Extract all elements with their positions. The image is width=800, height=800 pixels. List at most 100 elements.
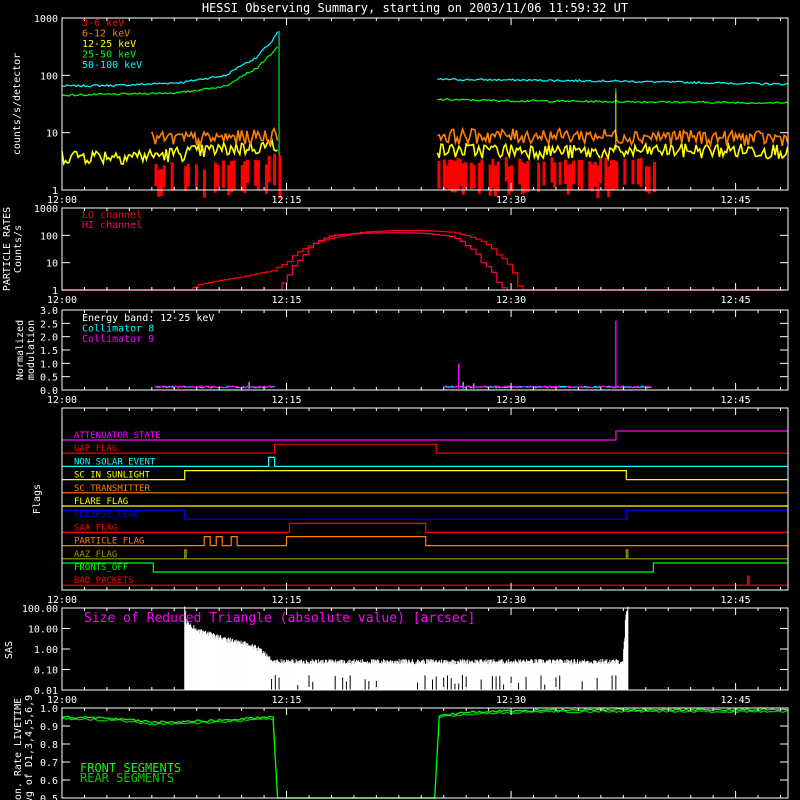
y-axis-label-livetime: Mon. Rate LIVETIMEavg of D1,3,4,5,6,9	[13, 695, 35, 800]
legend-entry-50-100-kev: 50-100 keV	[82, 60, 142, 71]
hessi-summary-plot: HESSI Observing Summary, starting on 200…	[0, 0, 800, 800]
x-tick-label-modulation: 12:15	[271, 395, 301, 406]
series-bar-3-6kev	[604, 157, 608, 190]
series-bar-3-6kev	[526, 160, 530, 193]
series-bar-3-6kev	[278, 155, 282, 199]
y-tick-label-livetime: 0.5	[40, 794, 58, 800]
legend-entry-25-50-kev: 25-50 keV	[82, 50, 136, 61]
series-bar-3-6kev	[550, 157, 554, 183]
series-bar-3-6kev	[194, 164, 198, 190]
y-tick-label-livetime: 1.0	[40, 704, 58, 715]
series-bar-3-6kev	[491, 158, 495, 189]
flag-label-gap-flag: GAP_FLAG	[74, 444, 117, 454]
series-bar-3-6kev	[464, 161, 468, 189]
legend-entry-rear-segments: REAR SEGMENTS	[80, 771, 174, 785]
x-tick-label-particle-rates: 12:30	[496, 295, 526, 306]
series-bar-3-6kev	[623, 158, 627, 185]
series-bar-3-6kev	[254, 159, 258, 187]
legend-entry-12-25-kev: 12-25 keV	[82, 39, 136, 50]
series-bar-3-6kev	[599, 157, 603, 184]
series-bar-3-6kev	[221, 160, 225, 188]
series-bar-3-6kev	[246, 159, 250, 184]
series-bar-3-6kev	[488, 164, 492, 196]
y-tick-label-modulation: 1.5	[40, 346, 58, 357]
x-tick-label-sas: 12:30	[496, 695, 526, 706]
series-bar-3-6kev	[186, 163, 190, 187]
series-bar-3-6kev	[504, 157, 508, 182]
y-axis-label-line: modulation	[26, 320, 37, 380]
series-bar-3-6kev	[542, 161, 546, 186]
series-bar-3-6kev	[267, 155, 271, 183]
series-bar-3-6kev	[162, 165, 166, 188]
y-tick-label-count-rates: 1000	[34, 14, 58, 25]
series-bar-3-6kev	[256, 160, 260, 191]
legend-entry-collimator-8: Collimator 8	[82, 324, 154, 335]
y-axis-label-count-rates: counts/s/detector	[12, 53, 23, 155]
y-tick-label-modulation: 2.5	[40, 319, 58, 330]
flag-label-non-solar-event: NON_SOLAR_EVENT	[74, 457, 156, 467]
x-tick-label-sas: 12:45	[721, 695, 751, 706]
flag-label-sc-in-sunlight: SC_IN_SUNLIGHT	[74, 471, 150, 481]
y-tick-label-sas: 100.00	[22, 604, 58, 615]
series-bar-3-6kev	[494, 165, 498, 197]
flag-label-sc-transmitter: SC_TRANSMITTER	[74, 484, 150, 494]
series-bar-3-6kev	[572, 160, 576, 185]
series-bar-3-6kev	[507, 166, 511, 195]
series-bar-3-6kev	[558, 161, 562, 185]
series-bar-3-6kev	[652, 161, 656, 193]
series-bar-3-6kev	[227, 164, 231, 196]
x-tick-label-modulation: 12:30	[496, 395, 526, 406]
series-bar-3-6kev	[577, 160, 581, 187]
series-bar-3-6kev	[588, 161, 592, 191]
series-bar-3-6kev	[636, 158, 640, 185]
x-tick-label-count-rates: 12:45	[721, 195, 751, 206]
series-bar-3-6kev	[607, 166, 611, 198]
y-tick-label-particle-rates: 100	[40, 231, 58, 242]
y-axis-label-flags: Flags	[32, 484, 43, 514]
y-tick-label-livetime: 0.6	[40, 776, 58, 787]
series-bar-3-6kev	[553, 162, 557, 188]
series-bar-3-6kev	[264, 164, 268, 194]
y-axis-label-sas: SAS	[4, 641, 15, 659]
y-tick-label-modulation: 1.0	[40, 359, 58, 370]
series-bar-3-6kev	[523, 163, 527, 193]
x-tick-label-particle-rates: 12:45	[721, 295, 751, 306]
y-axis-label-line: avg of D1,3,4,5,6,9	[24, 695, 35, 800]
series-bar-3-6kev	[480, 159, 484, 190]
legend-entry-3-6-kev: 3-6 keV	[82, 18, 124, 29]
y-tick-label-sas: 0.01	[34, 686, 58, 697]
series-bar-3-6kev	[445, 165, 449, 189]
series-bar-3-6kev	[612, 160, 616, 190]
flag-label-particle-flag: PARTICLE_FLAG	[74, 537, 144, 547]
series-bar-3-6kev	[203, 169, 207, 198]
series-bar-3-6kev	[184, 166, 188, 192]
series-bar-3-6kev	[170, 162, 174, 191]
flag-label-flare-flag: FLARE_FLAG	[74, 497, 128, 507]
y-tick-label-count-rates: 100	[40, 71, 58, 82]
x-tick-label-particle-rates: 12:15	[271, 295, 301, 306]
series-bar-3-6kev	[639, 157, 643, 188]
series-bar-3-6kev	[453, 160, 457, 193]
y-axis-label-line: PARTICLE RATES	[2, 207, 13, 291]
series-bar-3-6kev	[273, 153, 277, 186]
legend-entry-hi-channel: HI channel	[82, 220, 142, 231]
series-bar-3-6kev	[569, 163, 573, 190]
series-bar-3-6kev	[229, 161, 233, 193]
series-bar-3-6kev	[591, 163, 595, 192]
y-tick-label-modulation: 3.0	[40, 306, 58, 317]
series-bar-3-6kev	[520, 162, 524, 195]
series-bar-3-6kev	[458, 159, 462, 186]
y-tick-label-sas: 0.10	[34, 666, 58, 677]
series-bar-3-6kev	[631, 159, 635, 185]
series-bar-3-6kev	[580, 159, 584, 190]
series-bar-3-6kev	[154, 164, 158, 187]
series-bar-3-6kev	[477, 162, 481, 194]
y-tick-label-sas: 10.00	[28, 625, 58, 636]
series-bar-3-6kev	[469, 162, 473, 190]
series-bar-3-6kev	[456, 158, 460, 191]
series-bar-3-6kev	[472, 165, 476, 189]
series-bar-3-6kev	[564, 159, 568, 184]
series-bar-3-6kev	[518, 158, 522, 185]
y-tick-label-livetime: 0.8	[40, 740, 58, 751]
y-axis-label-line: Normalized	[15, 320, 26, 380]
